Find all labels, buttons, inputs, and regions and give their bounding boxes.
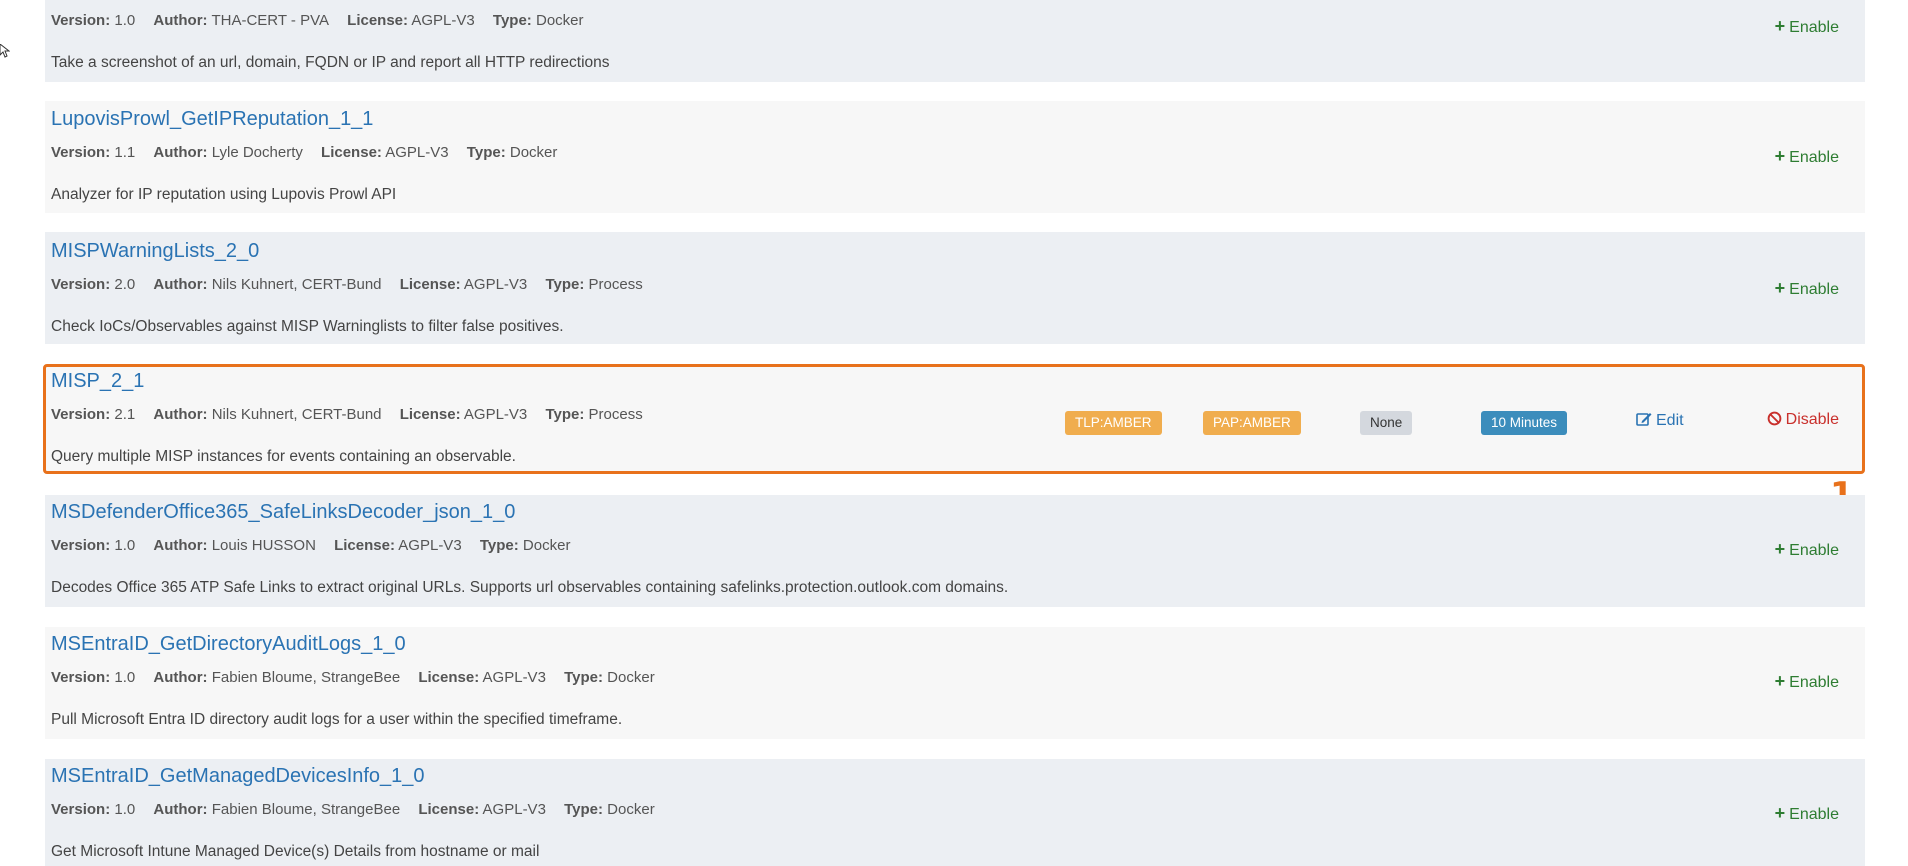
analyzer-name-link[interactable]: MSEntraID_GetManagedDevicesInfo_1_0 xyxy=(51,765,425,788)
analyzer-row: LupovisProwl_GetIPReputation_1_1 Version… xyxy=(45,101,1865,213)
plus-icon: + xyxy=(1774,146,1786,166)
tlp-badge: TLP:AMBER xyxy=(1065,411,1162,435)
enable-button[interactable]: + Enable xyxy=(1775,16,1839,37)
analyzer-description: Get Microsoft Intune Managed Device(s) D… xyxy=(51,843,540,860)
plus-icon: + xyxy=(1774,539,1786,559)
ban-icon xyxy=(1767,411,1781,426)
analyzer-description: Analyzer for IP reputation using Lupovis… xyxy=(51,186,397,203)
pap-badge: PAP:AMBER xyxy=(1203,411,1301,435)
analyzer-name-link[interactable]: MISPWarningLists_2_0 xyxy=(51,240,259,263)
analyzer-row: MSEntraID_GetDirectoryAuditLogs_1_0 Vers… xyxy=(45,627,1865,739)
enable-button[interactable]: + Enable xyxy=(1775,539,1839,560)
enable-button[interactable]: + Enable xyxy=(1775,146,1839,167)
analyzer-meta: Version: 1.0 Author: Fabien Bloume, Stra… xyxy=(51,669,655,686)
enable-button[interactable]: + Enable xyxy=(1775,671,1839,692)
analyzer-row: MISPWarningLists_2_0 Version: 2.0 Author… xyxy=(45,232,1865,344)
analyzer-row-enabled: MISP_2_1 Version: 2.1 Author: Nils Kuhne… xyxy=(45,366,1865,472)
enable-button[interactable]: + Enable xyxy=(1775,278,1839,299)
plus-icon: + xyxy=(1774,671,1786,691)
edit-icon xyxy=(1636,413,1652,426)
analyzer-name-link[interactable]: LupovisProwl_GetIPReputation_1_1 xyxy=(51,108,373,131)
edit-button[interactable]: Edit xyxy=(1636,411,1684,430)
analyzer-meta: Version: 1.0 Author: Louis HUSSON Licens… xyxy=(51,537,571,554)
plus-icon: + xyxy=(1774,16,1786,36)
analyzer-description: Decodes Office 365 ATP Safe Links to ext… xyxy=(51,579,1009,596)
cache-badge: 10 Minutes xyxy=(1481,411,1568,435)
plus-icon: + xyxy=(1774,278,1786,298)
analyzer-description: Take a screenshot of an url, domain, FQD… xyxy=(51,54,610,71)
enable-button[interactable]: + Enable xyxy=(1775,803,1839,824)
disable-button[interactable]: Disable xyxy=(1767,411,1839,429)
analyzer-meta: Version: 1.0 Author: THA-CERT - PVA Lice… xyxy=(51,12,584,29)
analyzer-description: Check IoCs/Observables against MISP Warn… xyxy=(51,318,564,335)
rate-limit-badge: None xyxy=(1360,411,1413,435)
analyzer-meta: Version: 1.1 Author: Lyle Docherty Licen… xyxy=(51,144,558,161)
analyzer-description: Query multiple MISP instances for events… xyxy=(51,448,516,465)
analyzer-name-link[interactable]: MISP_2_1 xyxy=(51,370,144,393)
analyzer-meta: Version: 1.0 Author: Fabien Bloume, Stra… xyxy=(51,801,655,818)
analyzer-row: Version: 1.0 Author: THA-CERT - PVA Lice… xyxy=(45,0,1865,82)
analyzer-description: Pull Microsoft Entra ID directory audit … xyxy=(51,711,623,728)
mouse-cursor-icon xyxy=(0,44,10,58)
analyzers-page: Version: 1.0 Author: THA-CERT - PVA Lice… xyxy=(0,0,1908,866)
analyzer-row: MSDefenderOffice365_SafeLinksDecoder_jso… xyxy=(45,495,1865,607)
analyzer-meta: Version: 2.0 Author: Nils Kuhnert, CERT-… xyxy=(51,276,643,293)
analyzer-name-link[interactable]: MSDefenderOffice365_SafeLinksDecoder_jso… xyxy=(51,501,515,524)
plus-icon: + xyxy=(1774,803,1786,823)
analyzer-name-link[interactable]: MSEntraID_GetDirectoryAuditLogs_1_0 xyxy=(51,633,406,656)
analyzer-row: MSEntraID_GetManagedDevicesInfo_1_0 Vers… xyxy=(45,759,1865,866)
analyzer-meta: Version: 2.1 Author: Nils Kuhnert, CERT-… xyxy=(51,406,643,423)
